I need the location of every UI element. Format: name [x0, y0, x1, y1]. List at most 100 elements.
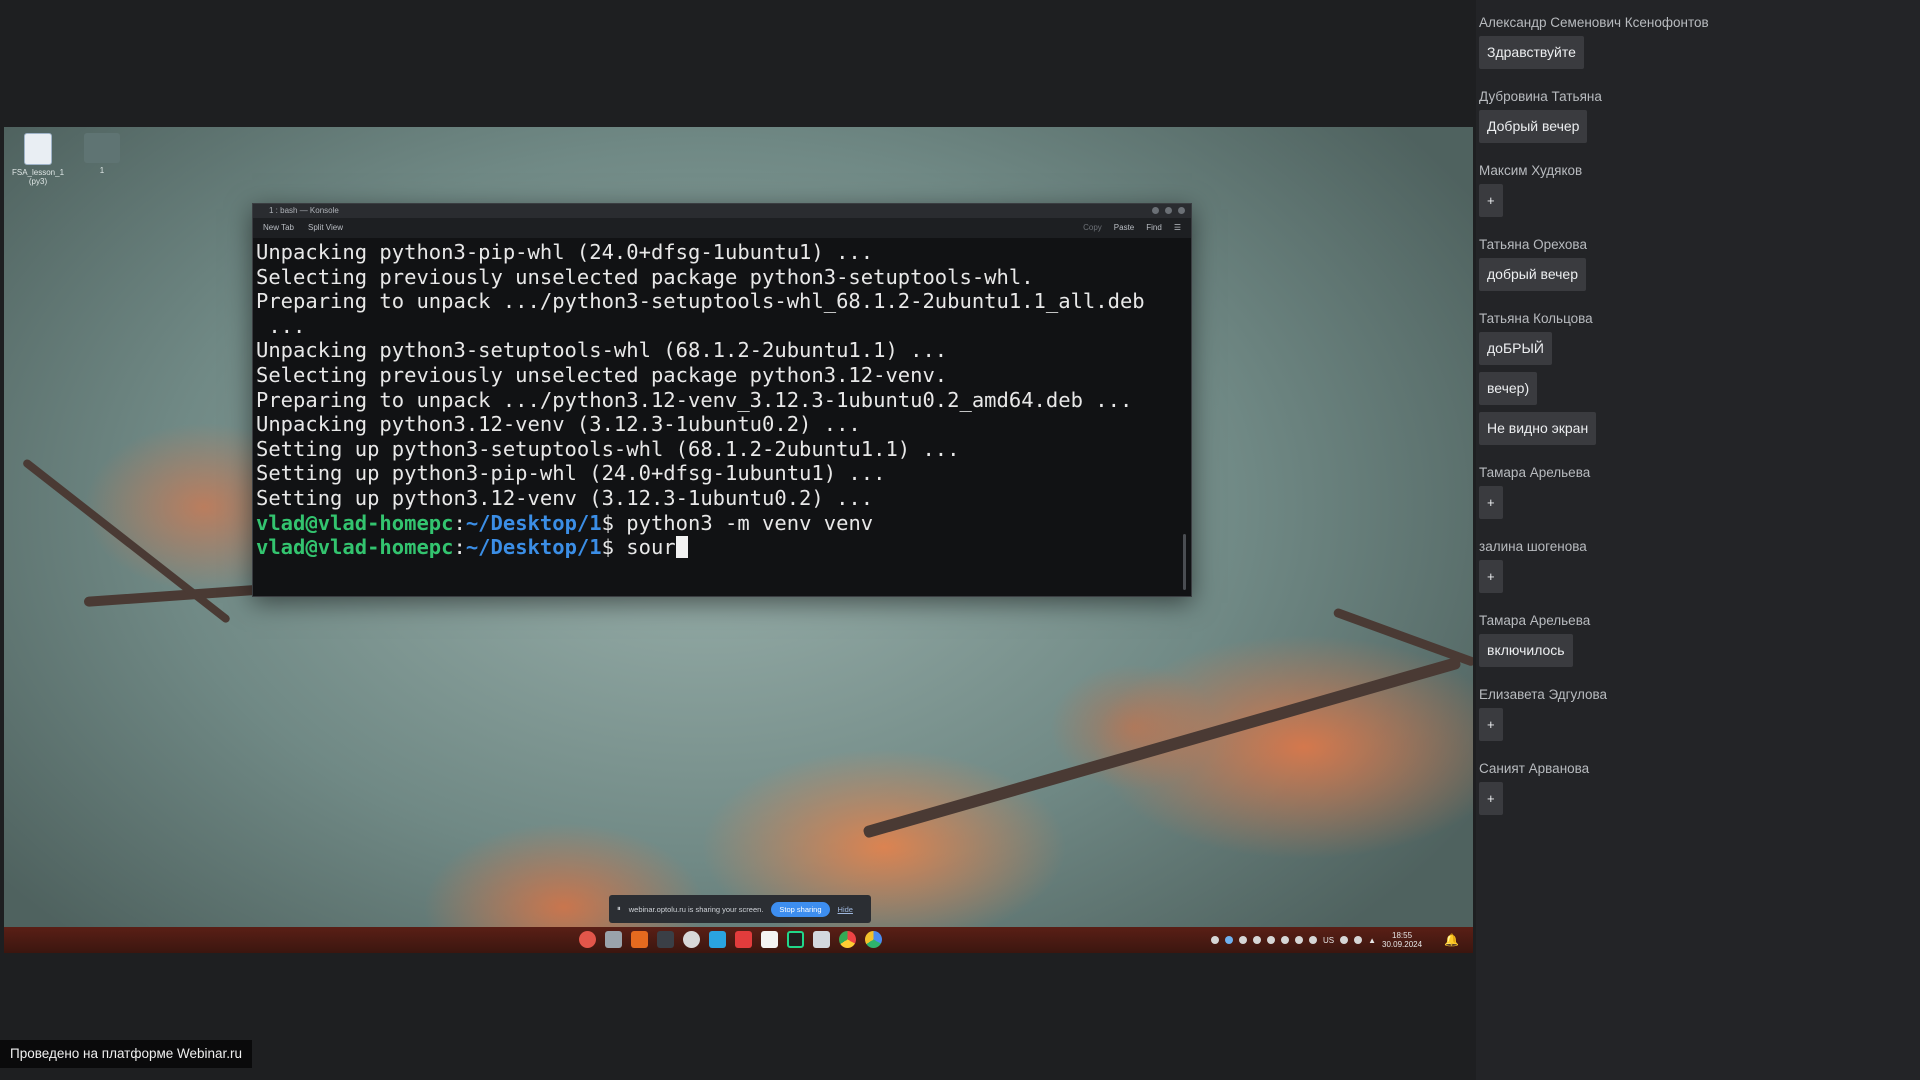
screen-share-banner: ⏸ webinar.optolu.ru is sharing your scre… [609, 895, 871, 923]
pause-icon: ⏸ [617, 904, 621, 913]
terminal-icon[interactable] [657, 931, 674, 948]
document-icon [24, 133, 52, 165]
split-view-button[interactable]: Split View [308, 218, 343, 238]
prompt-symbol: $ [601, 535, 627, 560]
hamburger-menu-icon[interactable]: ☰ [1174, 218, 1181, 238]
folder-icon [84, 133, 120, 163]
clock-date: 30.09.2024 [1382, 940, 1423, 949]
display-icon[interactable] [1354, 936, 1363, 944]
shared-screen: FSA_lesson_1 (py3) 1 1 : bash — Konsole … [4, 127, 1473, 953]
settings-icon[interactable] [1238, 936, 1247, 944]
desktop-icon-label: FSA_lesson_1 (py3) [11, 168, 65, 186]
scrollbar[interactable] [1183, 534, 1186, 590]
message-author: залина шогенова [1479, 539, 1587, 554]
clipboard-icon[interactable] [1252, 936, 1261, 944]
chrome-icon[interactable] [839, 931, 856, 948]
prompt-user: vlad@vlad-homepc [256, 510, 454, 535]
message-bubble: Здравствуйте [1479, 36, 1584, 69]
volume-icon[interactable] [1280, 936, 1289, 944]
message-bubble: доБРЫЙ [1479, 332, 1552, 365]
hide-banner-link[interactable]: Hide [838, 905, 853, 914]
terminal-line: Preparing to unpack .../python3.12-venv_… [256, 387, 1133, 412]
message-author: Тамара Арельева [1479, 465, 1591, 480]
branch-decoration [862, 656, 1462, 839]
chat-message: Александр Семенович Ксенофонтов Здравств… [1479, 14, 1920, 76]
platform-badge[interactable]: Проведено на платформе Webinar.ru [0, 1040, 253, 1068]
desktop-icon-folder[interactable]: 1 [72, 133, 132, 175]
terminal-line: Unpacking python3-pip-whl (24.0+dfsg-1ub… [256, 240, 874, 264]
minimize-icon[interactable] [1152, 207, 1159, 214]
message-bubble: вечер) [1479, 372, 1538, 405]
message-bubble: + [1479, 708, 1503, 741]
terminal-line: Setting up python3.12-venv (3.12.3-1ubun… [256, 485, 874, 510]
chevron-up-icon[interactable]: ▲ [1368, 936, 1376, 945]
message-author: Тамара Арельева [1479, 613, 1591, 628]
message-bubble: + [1479, 560, 1503, 593]
chat-message: Максим Худяков + [1479, 162, 1920, 224]
prompt-line-current[interactable]: vlad@vlad-homepc:~/Desktop/1$ sour [256, 535, 1185, 560]
message-bubble: Не видно экран [1479, 412, 1597, 445]
terminal-line: Selecting previously unselected package … [256, 362, 948, 387]
chat-message: Дубровина Татьяна Добрый вечер [1479, 88, 1920, 150]
message-author: Максим Худяков [1479, 163, 1583, 178]
chat-message: Татьяна Кольцова доБРЫЙ вечер) Не видно … [1479, 310, 1920, 452]
message-bubble: + [1479, 184, 1503, 217]
mail-icon[interactable] [813, 931, 830, 948]
terminal-line: Unpacking python3.12-venv (3.12.3-1ubunt… [256, 412, 861, 437]
battery-icon[interactable] [1266, 936, 1275, 944]
new-tab-button[interactable]: New Tab [263, 218, 294, 238]
chat-message: Елизавета Эдгулова + [1479, 686, 1920, 748]
pycharm-icon[interactable] [787, 931, 804, 948]
chat-message: залина шогенова + [1479, 538, 1920, 600]
prompt-separator: : [453, 535, 466, 560]
updates-icon[interactable] [1294, 936, 1303, 944]
command-input-text[interactable]: sour [626, 535, 675, 559]
prompt-path: ~/Desktop/1 [465, 535, 602, 560]
konsole-window[interactable]: 1 : bash — Konsole New Tab Split View Co… [252, 203, 1192, 597]
message-bubble: добрый вечер [1479, 258, 1586, 291]
clock[interactable]: 18:55 30.09.2024 [1382, 931, 1422, 949]
konsole-titlebar[interactable]: 1 : bash — Konsole [253, 204, 1191, 218]
prompt-symbol: $ [601, 510, 627, 535]
bluetooth-icon[interactable] [1308, 936, 1317, 944]
command-text: python3 -m venv venv [626, 510, 874, 535]
copy-button[interactable]: Copy [1083, 218, 1102, 238]
ardour-icon[interactable] [631, 931, 648, 948]
chrome-tray-icon[interactable] [1224, 936, 1233, 944]
microphone-icon[interactable] [1340, 936, 1349, 944]
telegram-icon[interactable] [709, 931, 726, 948]
desktop-icon-label: 1 [99, 166, 105, 175]
taskbar-apps [579, 931, 882, 948]
message-bubble: + [1479, 782, 1503, 815]
paste-button[interactable]: Paste [1114, 218, 1134, 238]
find-button[interactable]: Find [1146, 218, 1162, 238]
terminal-output[interactable]: Unpacking python3-pip-whl (24.0+dfsg-1ub… [253, 238, 1191, 560]
yandex-icon[interactable] [761, 931, 778, 948]
chat-message: Тамара Арельева включилось [1479, 612, 1920, 674]
message-author: Татьяна Кольцова [1479, 311, 1593, 326]
taskbar: US ▲ 18:55 30.09.2024 🔔 [4, 927, 1473, 953]
stop-sharing-button[interactable]: Stop sharing [771, 901, 830, 917]
yandex-disk-icon[interactable] [1210, 936, 1219, 944]
system-tray: US ▲ 18:55 30.09.2024 🔔 [1210, 927, 1459, 953]
files-icon[interactable] [605, 931, 622, 948]
maximize-icon[interactable] [1165, 207, 1172, 214]
message-author: Александр Семенович Ксенофонтов [1479, 15, 1709, 30]
clock-time: 18:55 [1392, 931, 1413, 940]
message-author: Татьяна Орехова [1479, 237, 1587, 252]
xmind-icon[interactable] [735, 931, 752, 948]
obs-icon[interactable] [683, 931, 700, 948]
notifications-bell-icon[interactable]: 🔔 [1444, 933, 1459, 947]
chat-message: Татьяна Орехова добрый вечер [1479, 236, 1920, 298]
close-icon[interactable] [1178, 207, 1185, 214]
chromium-icon[interactable] [865, 931, 882, 948]
keyboard-layout-indicator[interactable]: US [1323, 936, 1334, 945]
chat-message: Тамара Арельева + [1479, 464, 1920, 526]
terminal-line: ... [256, 313, 306, 338]
message-bubble: включилось [1479, 634, 1573, 667]
chat-panel: Александр Семенович Ксенофонтов Здравств… [1476, 0, 1920, 1080]
message-author: Елизавета Эдгулова [1479, 687, 1608, 702]
branch-decoration [1332, 607, 1473, 668]
desktop-icon-document[interactable]: FSA_lesson_1 (py3) [8, 133, 68, 186]
vivaldi-icon[interactable] [579, 931, 596, 948]
